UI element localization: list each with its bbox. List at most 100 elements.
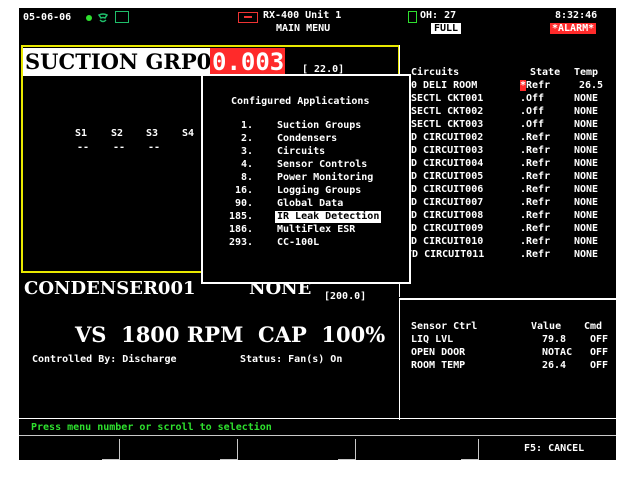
- condenser-status: Status: Fan(s) On: [240, 354, 343, 365]
- popup-item-number: 293.: [229, 237, 254, 248]
- circuit-name[interactable]: D CIRCUIT003: [411, 145, 483, 157]
- circuit-temp: NONE: [574, 93, 599, 104]
- sensor-cmd: OFF: [590, 347, 609, 358]
- suction-name: SUCTION GRP001: [25, 49, 241, 74]
- sensor-name[interactable]: LIQ LVL: [411, 334, 453, 346]
- circuit-temp: NONE: [574, 197, 599, 208]
- condenser-speed: VS 1800 RPM CAP 100%: [75, 322, 386, 347]
- lock-icon: [408, 11, 417, 23]
- status-message: Press menu number or scroll to selection: [31, 422, 272, 433]
- circuit-temp: NONE: [574, 236, 599, 247]
- stage-s2-label: S2: [111, 128, 124, 139]
- status-divider: [19, 418, 616, 419]
- circuit-state: .Refr: [520, 171, 551, 182]
- sensor-value: 26.4: [542, 360, 567, 371]
- header-date: 05-06-06: [23, 12, 72, 23]
- full-badge: FULL: [431, 23, 462, 34]
- circuit-state: .Refr: [520, 223, 551, 234]
- plug-icon: [238, 12, 258, 23]
- popup-item-label[interactable]: Power Monitoring: [277, 172, 373, 184]
- circuit-state-text: Refr: [526, 80, 551, 91]
- popup-item-label[interactable]: Condensers: [277, 133, 337, 145]
- circuits-header-temp: Temp: [574, 67, 599, 78]
- sensor-header-cmd: Cmd: [584, 321, 603, 332]
- circuits-header-name: Circuits: [411, 67, 460, 78]
- circuit-name[interactable]: STD CIRCUIT011: [400, 249, 484, 261]
- popup-item-label[interactable]: CC-100L: [277, 237, 319, 249]
- circuit-name[interactable]: D CIRCUIT009: [411, 223, 483, 235]
- stage-s4-label: S4: [182, 128, 195, 139]
- popup-item-number: 16.: [235, 185, 254, 196]
- circuit-name[interactable]: D CIRCUIT008: [411, 210, 483, 222]
- circuit-state: .Refr: [520, 236, 551, 247]
- stage-s2-value: --: [113, 142, 126, 153]
- softkey-f3[interactable]: [237, 439, 356, 460]
- circuit-name[interactable]: SECTL CKT003: [411, 119, 483, 131]
- circuit-name[interactable]: D CIRCUIT006: [411, 184, 483, 196]
- circuit-temp: NONE: [574, 106, 599, 117]
- phone-icon: [97, 10, 109, 23]
- suction-value: 0.003: [212, 48, 285, 76]
- sensor-name[interactable]: OPEN DOOR: [411, 347, 465, 359]
- circuit-temp: NONE: [574, 132, 599, 143]
- circuit-temp: 26.5: [579, 80, 604, 91]
- popup-item-label[interactable]: IR Leak Detection: [275, 211, 382, 223]
- alarm-badge[interactable]: *ALARM*: [550, 23, 597, 34]
- sensor-header-value: Value: [531, 321, 562, 332]
- softkey-f1[interactable]: [19, 439, 120, 460]
- circuit-name[interactable]: D CIRCUIT010: [411, 236, 483, 248]
- circuit-temp: NONE: [574, 145, 599, 156]
- softkey-f2[interactable]: [119, 439, 238, 460]
- clock: 8:32:46: [555, 10, 598, 21]
- sensor-panel[interactable]: [399, 298, 616, 420]
- softkey-f5[interactable]: F5: CANCEL: [478, 439, 616, 459]
- circuit-name[interactable]: 0 DELI ROOM: [411, 80, 477, 92]
- circuit-state: .Refr: [520, 249, 551, 260]
- circuit-temp: NONE: [574, 223, 599, 234]
- softkey-divider: [19, 435, 616, 436]
- circuit-temp: NONE: [574, 158, 599, 169]
- circuit-name[interactable]: SECTL CKT002: [411, 106, 483, 118]
- circuit-state: *Refr: [520, 80, 550, 92]
- circuit-state: .Off: [520, 93, 545, 104]
- stage-s1-label: S1: [75, 128, 88, 139]
- circuit-name[interactable]: D CIRCUIT005: [411, 171, 483, 183]
- circuit-name[interactable]: SECTL CKT001: [411, 93, 483, 105]
- popup-item-number: 8.: [241, 172, 254, 183]
- popup-item-number: 2.: [241, 133, 254, 144]
- circuit-state: .Refr: [520, 184, 551, 195]
- circuit-state: .Refr: [520, 197, 551, 208]
- circuit-temp: NONE: [574, 184, 599, 195]
- popup-item-label[interactable]: Suction Groups: [277, 120, 361, 132]
- stage-s1-value: --: [77, 142, 90, 153]
- menu-title: MAIN MENU: [276, 23, 331, 34]
- circuit-name[interactable]: D CIRCUIT002: [411, 132, 483, 144]
- sensor-header-name: Sensor Ctrl: [411, 321, 478, 332]
- battery-icon: [115, 11, 129, 23]
- popup-item-number: 1.: [241, 120, 254, 131]
- sensor-name[interactable]: ROOM TEMP: [411, 360, 465, 372]
- unit-title: RX-400 Unit 1: [263, 10, 342, 21]
- popup-item-number: 185.: [229, 211, 254, 222]
- condenser-name[interactable]: CONDENSER001: [24, 278, 196, 299]
- popup-item-number: 186.: [229, 224, 254, 235]
- sensor-value: NOTAC: [542, 347, 573, 358]
- circuit-state: .Off: [520, 119, 545, 130]
- softkey-f4[interactable]: [355, 439, 479, 460]
- circuit-temp: NONE: [574, 119, 599, 130]
- popup-item-number: 4.: [241, 159, 254, 170]
- status-dot-icon: [86, 15, 92, 21]
- controlled-by: Controlled By: Discharge: [32, 354, 177, 365]
- popup-item-label[interactable]: Global Data: [277, 198, 343, 210]
- popup-item-label[interactable]: Logging Groups: [277, 185, 361, 197]
- circuit-temp: NONE: [574, 249, 599, 260]
- circuit-name[interactable]: D CIRCUIT004: [411, 158, 483, 170]
- popup-item-label[interactable]: Circuits: [277, 146, 325, 158]
- popup-item-label[interactable]: MultiFlex ESR: [277, 224, 355, 236]
- popup-title: Configured Applications: [231, 96, 370, 107]
- stage-s3-label: S3: [146, 128, 159, 139]
- popup-item-label[interactable]: Sensor Controls: [277, 159, 367, 171]
- sensor-cmd: OFF: [590, 360, 609, 371]
- popup-item-number: 3.: [241, 146, 254, 157]
- circuit-name[interactable]: D CIRCUIT007: [411, 197, 483, 209]
